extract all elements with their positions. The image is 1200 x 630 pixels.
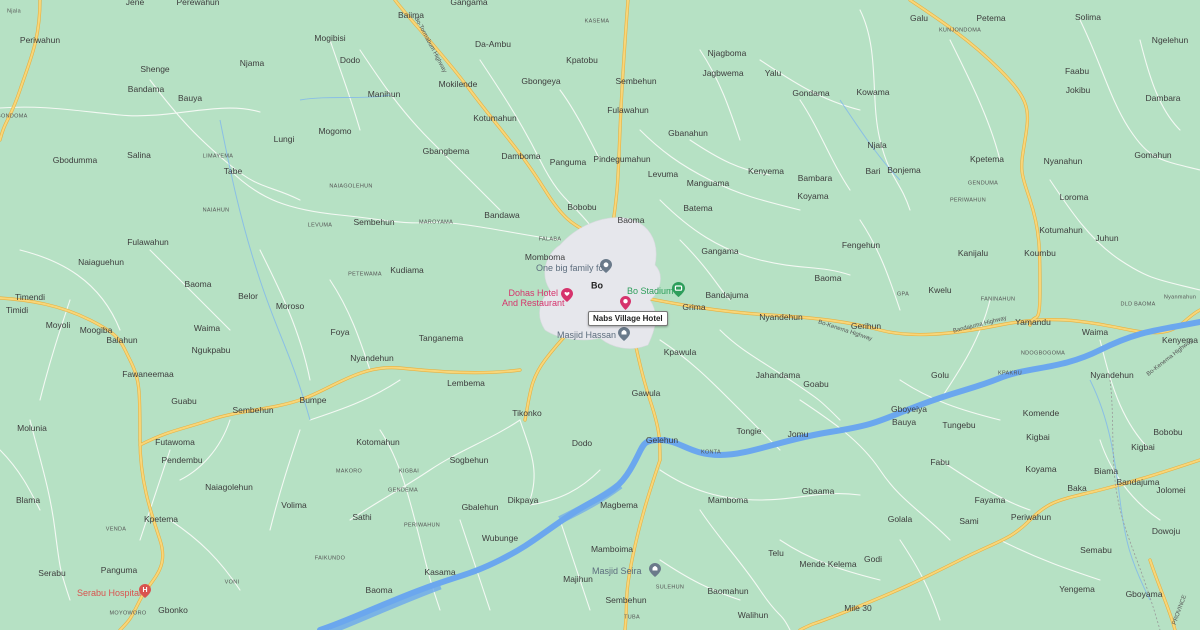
mosque-pin-icon[interactable]	[618, 327, 630, 346]
stadium-pin-icon[interactable]	[672, 282, 685, 302]
poi-label-dohas-hotel[interactable]: Dohas Hotel And Restaurant	[502, 288, 565, 308]
selected-place-label[interactable]: Nabs Village Hotel	[588, 311, 668, 326]
poi-label-serabu-hospital[interactable]: Serabu Hospital	[77, 588, 141, 598]
mosque-seira-pin-icon[interactable]	[649, 563, 661, 582]
map-canvas[interactable]: Njala Jene Perewahun Baiima Gangama KASEMA Da-…	[0, 0, 1200, 630]
svg-text:H: H	[142, 587, 147, 594]
poi-label-one-big-family[interactable]: One big family fc	[536, 263, 603, 273]
poi-label-line-2: And Restaurant	[502, 298, 565, 308]
poi-label-line-1: Dohas Hotel	[508, 288, 558, 298]
poi-label-bo-stadium[interactable]: Bo Stadium	[627, 286, 674, 296]
poi-label-masjid-seira[interactable]: Masjid Seira	[592, 566, 642, 576]
poi-label-masjid-hassan[interactable]: Masjid Hassan	[557, 330, 616, 340]
